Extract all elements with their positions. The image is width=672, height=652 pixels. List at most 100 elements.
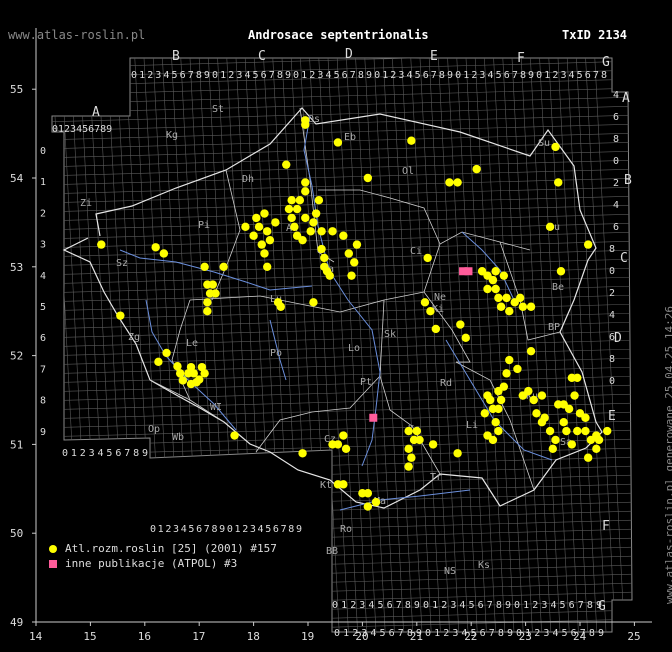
occurrence-point-atlas xyxy=(298,449,307,458)
atpol-digit-left: 7 xyxy=(40,364,46,375)
occurrence-point-atlas xyxy=(404,444,413,454)
x-tick-label: 19 xyxy=(301,630,314,643)
occurrence-point-atlas xyxy=(570,391,579,400)
grid-line-h xyxy=(52,393,632,411)
atpol-digit-right: 6 xyxy=(609,332,615,343)
occurrence-point-atlas xyxy=(592,444,601,454)
grid-line-h xyxy=(52,402,632,420)
pink-square-icon xyxy=(49,560,57,568)
region-label: Li xyxy=(466,420,478,431)
y-tick-label: 50 xyxy=(10,527,23,540)
region-label: Ci xyxy=(410,246,422,257)
occurrence-point-atlas xyxy=(371,497,381,507)
occurrence-point-atlas xyxy=(257,240,266,249)
atpol-digit-left: 6 xyxy=(40,333,46,344)
occurrence-point-atlas xyxy=(564,404,574,414)
grid-line-h xyxy=(52,159,632,177)
atpol-digit-right: 2 xyxy=(613,178,619,189)
occurrence-point-atlas xyxy=(453,449,462,458)
atpol-digits: 0123456789 xyxy=(62,448,148,459)
occurrence-point-atlas xyxy=(559,418,568,427)
legend: Atl.rozm.roslin [25] (2001) #157 inne pu… xyxy=(46,541,277,571)
region-label: Os xyxy=(308,114,320,125)
occurrence-point-atlas xyxy=(97,240,106,249)
occurrence-point-atlas xyxy=(488,435,498,445)
grid-line-h xyxy=(52,186,632,204)
occurrence-point-atlas xyxy=(200,262,209,271)
grid-line-h xyxy=(52,573,632,591)
occurrence-point-atlas xyxy=(333,440,343,449)
region-label: Pt xyxy=(360,377,372,388)
region-label: Ro xyxy=(340,524,352,535)
y-tick-label: 53 xyxy=(10,261,23,274)
grid-line-h xyxy=(52,267,632,285)
y-tick-label: 52 xyxy=(10,350,23,363)
occurrence-point-atlas xyxy=(456,320,465,329)
grid-line-h xyxy=(52,357,632,375)
occurrence-point-atlas xyxy=(265,235,275,245)
occurrence-point-atlas xyxy=(404,462,413,471)
occurrence-point-atlas xyxy=(494,386,503,396)
occurrence-point-atlas xyxy=(162,348,171,358)
occurrence-point-atlas xyxy=(333,138,343,147)
region-label: Kt xyxy=(320,480,332,491)
region-label: Kg xyxy=(166,130,178,141)
occurrence-point-atlas xyxy=(287,213,296,223)
occurrence-point-atlas xyxy=(328,227,337,236)
occurrence-point-atlas xyxy=(263,262,272,271)
occurrence-point-atlas xyxy=(282,160,291,169)
occurrence-point-atlas xyxy=(412,426,421,436)
region-label: Ne xyxy=(434,292,446,303)
occurrence-point-atlas xyxy=(311,209,321,218)
grid-line-h xyxy=(52,492,632,510)
occurrence-point-atlas xyxy=(260,209,269,218)
grid-line-h xyxy=(52,195,632,213)
occurrence-point-other xyxy=(369,413,378,422)
atpol-row-label: F xyxy=(602,519,610,534)
occurrence-point-atlas xyxy=(352,240,362,249)
region-label: Ol xyxy=(402,166,414,177)
occurrence-point-atlas xyxy=(203,307,212,316)
grid-line-v xyxy=(456,58,488,632)
occurrence-point-atlas xyxy=(426,307,435,316)
occurrence-point-atlas xyxy=(208,280,217,289)
region-label: St xyxy=(212,104,224,115)
occurrence-point-atlas xyxy=(502,293,511,303)
legend-item-atlas: Atl.rozm.roslin [25] (2001) #157 xyxy=(46,541,277,556)
occurrence-point-atlas xyxy=(453,178,462,187)
occurrence-point-atlas xyxy=(325,271,334,280)
occurrence-point-atlas xyxy=(252,213,261,223)
occurrence-point-atlas xyxy=(249,231,258,240)
occurrence-point-atlas xyxy=(472,164,481,174)
atpol-digits: 0123456789 xyxy=(52,124,112,135)
x-tick-label: 17 xyxy=(192,630,205,643)
grid-line-h xyxy=(52,384,632,402)
occurrence-point-atlas xyxy=(301,213,310,223)
occurrence-point-atlas xyxy=(317,244,326,254)
occurrence-point-atlas xyxy=(513,364,522,374)
occurrence-point-atlas xyxy=(301,187,310,196)
occurrence-point-atlas xyxy=(573,373,582,382)
atpol-column-label: D xyxy=(345,47,353,62)
occurrence-point-atlas xyxy=(287,196,296,205)
grid-line-h xyxy=(52,204,632,222)
occurrence-point-atlas xyxy=(548,444,557,454)
occurrence-point-atlas xyxy=(295,196,305,205)
region-label: Su xyxy=(538,138,550,149)
occurrence-point-atlas xyxy=(583,453,593,462)
atpol-digit-left: 1 xyxy=(40,177,46,188)
occurrence-point-atlas xyxy=(263,227,272,236)
occurrence-point-atlas xyxy=(545,222,555,232)
atpol-column-label: F xyxy=(517,51,525,66)
grid-line-h xyxy=(52,366,632,384)
occurrence-point-atlas xyxy=(567,440,577,449)
occurrence-point-atlas xyxy=(583,240,593,249)
occurrence-point-atlas xyxy=(491,418,500,427)
occurrence-point-atlas xyxy=(551,142,560,152)
occurrence-point-atlas xyxy=(407,453,416,462)
occurrence-point-atlas xyxy=(178,376,188,385)
legend-label-other: inne publikacje (ATPOL) #3 xyxy=(65,557,238,570)
y-tick-label: 54 xyxy=(10,172,24,185)
grid-line-h xyxy=(52,150,632,168)
atpol-digit-left: 3 xyxy=(40,240,46,251)
